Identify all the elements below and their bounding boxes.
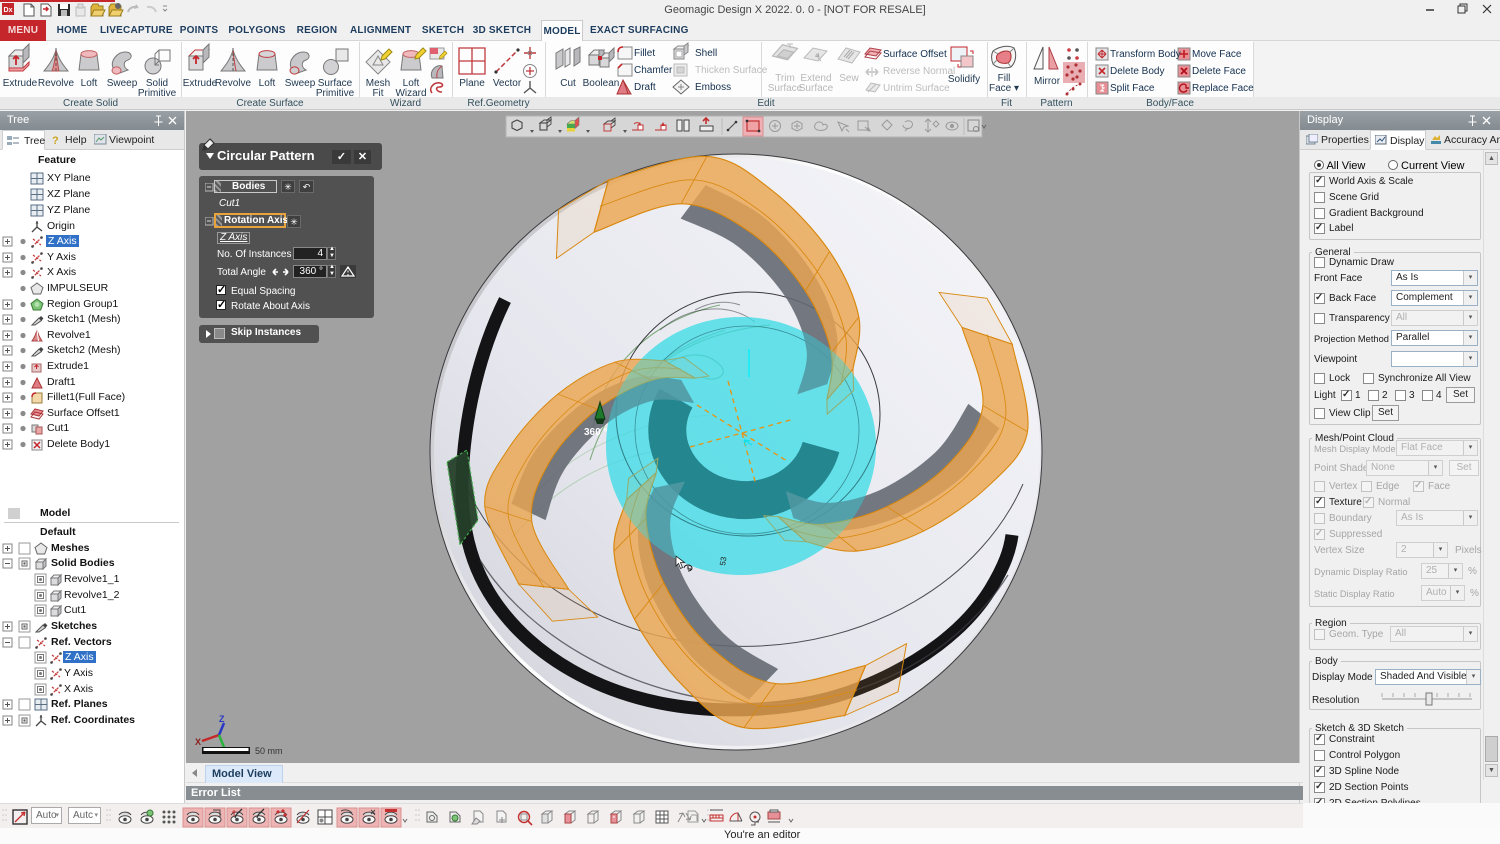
- svg-text:?: ?: [52, 135, 59, 146]
- svg-text:50 mm: 50 mm: [255, 746, 283, 756]
- svg-text:360 °: 360 °: [584, 427, 607, 438]
- svg-text:Z: Z: [219, 714, 225, 724]
- svg-text:X: X: [195, 737, 201, 747]
